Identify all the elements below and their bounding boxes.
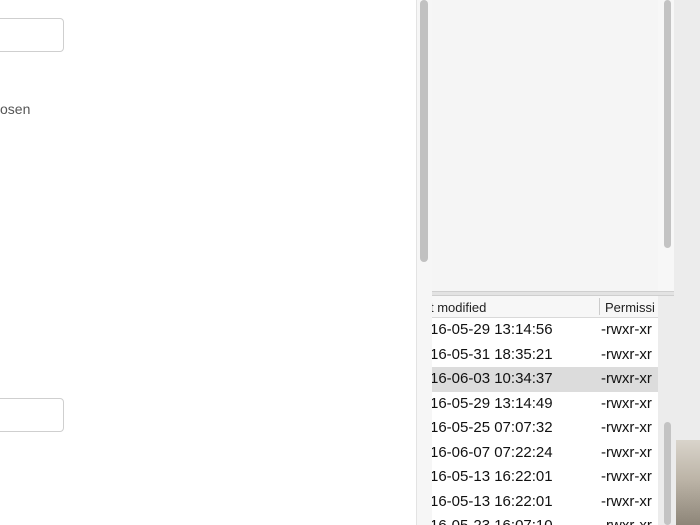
cell-permissions: -rwxr-xr [601,345,652,363]
cell-permissions: -rwxr-xr [601,468,652,485]
cell-permissions: -rwxr-xr [601,419,652,436]
text-field-bottom[interactable] [0,398,64,432]
file-row[interactable]: 16-05-13 16:22:01 -rwxr-xr [432,490,658,515]
cell-permissions: -rwxr-xr [601,492,652,510]
file-list-rows: 16-05-29 13:14:56 -rwxr-xr 16-05-31 18:35:… [432,318,658,525]
text-field-top[interactable] [0,18,64,52]
file-row[interactable]: 16-05-25 07:07:32 -rwxr-xr [432,416,658,441]
column-header-permissions[interactable]: Permissi [605,300,655,315]
cell-permissions: -rwxr-xr [601,517,652,525]
file-list-scrollbar-thumb[interactable] [664,422,671,525]
cell-last-modified: 16-05-23 16:07:10 [432,517,553,525]
file-row[interactable]: 16-05-29 13:14:56 -rwxr-xr [432,318,658,343]
preview-scrollbar-thumb[interactable] [664,0,671,248]
cell-last-modified: 16-05-31 18:35:21 [432,345,553,363]
file-browser-window: t modified Permissi 16-05-29 13:14:56 -rw… [432,0,700,525]
form-panel: osen [0,0,416,525]
form-scrollbar-thumb[interactable] [420,0,428,262]
file-row[interactable]: 16-06-07 07:22:24 -rwxr-xr [432,441,658,466]
option-label: osen [0,101,31,117]
column-header-last-modified[interactable]: t modified [432,300,486,315]
file-list: t modified Permissi 16-05-29 13:14:56 -rw… [432,296,658,525]
file-row[interactable]: 16-06-03 10:34:37 -rwxr-xr [432,367,658,392]
preview-pane [432,0,659,291]
file-row[interactable]: 16-05-31 18:35:21 -rwxr-xr [432,343,658,368]
cell-permissions: -rwxr-xr [601,394,652,412]
cell-last-modified: 16-05-13 16:22:01 [432,492,553,510]
cell-last-modified: 16-05-13 16:22:01 [432,468,553,485]
cell-permissions: -rwxr-xr [601,443,652,461]
cell-last-modified: 16-05-29 13:14:49 [432,394,553,412]
cell-last-modified: 16-05-25 07:07:32 [432,419,553,436]
cell-last-modified: 16-06-03 10:34:37 [432,370,553,387]
file-row[interactable]: 16-05-29 13:14:49 -rwxr-xr [432,392,658,417]
file-row[interactable]: 16-05-13 16:22:01 -rwxr-xr [432,465,658,490]
column-separator[interactable] [599,298,600,315]
file-row[interactable]: 16-05-23 16:07:10 -rwxr-xr [432,514,658,525]
desktop-background-image [676,440,700,525]
cell-last-modified: 16-05-29 13:14:56 [432,321,553,338]
cell-permissions: -rwxr-xr [601,321,652,338]
file-list-header: t modified Permissi [432,296,658,318]
cell-last-modified: 16-06-07 07:22:24 [432,443,553,461]
cell-permissions: -rwxr-xr [601,370,652,387]
